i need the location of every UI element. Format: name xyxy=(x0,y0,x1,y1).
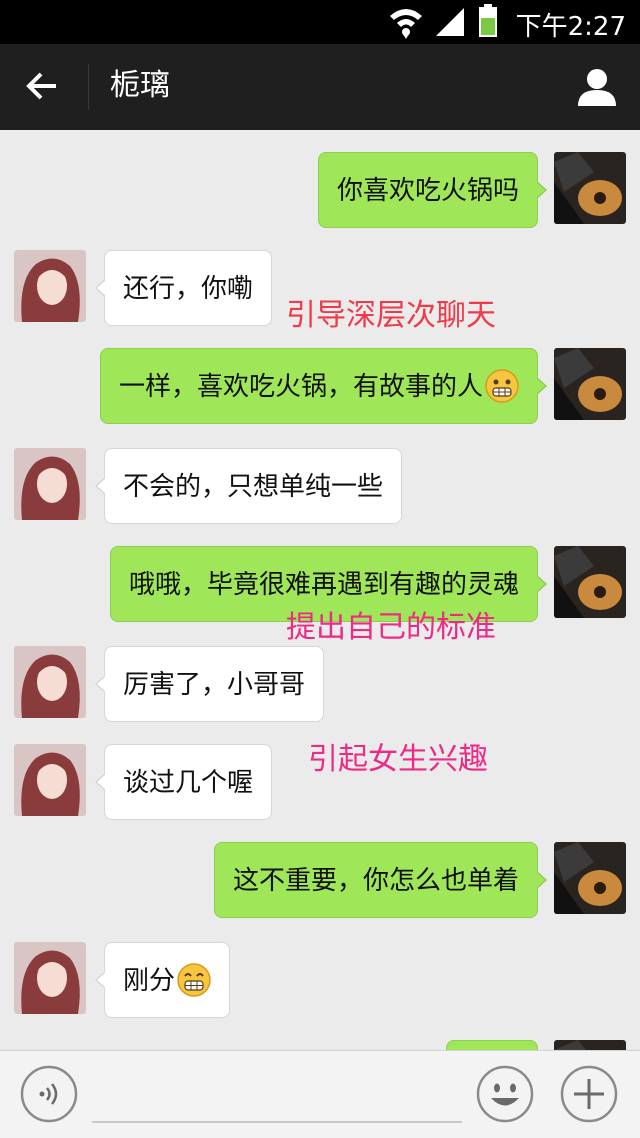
outgoing-message[interactable]: 这不重要，你怎么也单着 xyxy=(213,842,548,918)
battery-icon xyxy=(479,4,497,37)
plus-icon[interactable] xyxy=(560,1065,618,1123)
message-row: 这不重要，你怎么也单着 xyxy=(0,842,640,918)
annotation-text: 引导深层次聊天 xyxy=(286,298,496,333)
contact-avatar[interactable] xyxy=(14,744,86,816)
annotation-text: 引起女生兴趣 xyxy=(308,742,488,777)
outgoing-message[interactable] xyxy=(446,1040,538,1050)
outgoing-message[interactable]: 一样，喜欢吃火锅，有故事的人 xyxy=(99,348,548,424)
outgoing-message[interactable]: 你喜欢吃火锅吗 xyxy=(317,152,548,228)
chat-title: 栀璃 xyxy=(110,68,170,103)
my-avatar[interactable] xyxy=(554,1040,626,1050)
chat-header: 栀璃 xyxy=(0,44,640,130)
message-row: 你喜欢吃火锅吗 xyxy=(0,152,640,228)
grin-emoji xyxy=(177,962,211,997)
incoming-message[interactable]: 刚分 xyxy=(94,942,231,1018)
back-arrow-icon[interactable] xyxy=(22,66,62,106)
contact-avatar[interactable] xyxy=(14,942,86,1014)
contact-avatar[interactable] xyxy=(14,250,86,322)
message-text: 哦哦，毕竟很难再遇到有趣的灵魂 xyxy=(128,570,519,600)
message-text: 谈过几个喔 xyxy=(123,768,254,798)
incoming-message[interactable]: 不会的，只想单纯一些 xyxy=(94,448,403,524)
message-text: 不会的，只想单纯一些 xyxy=(123,472,384,502)
annotation-text: 提出自己的标准 xyxy=(286,610,496,645)
message-row: 一样，喜欢吃火锅，有故事的人 xyxy=(0,348,640,424)
input-bar xyxy=(0,1050,640,1138)
my-avatar[interactable] xyxy=(554,842,626,914)
smiley-icon[interactable] xyxy=(476,1065,534,1123)
message-text: 一样，喜欢吃火锅，有故事的人 xyxy=(118,372,483,402)
my-avatar[interactable] xyxy=(554,546,626,618)
header-divider xyxy=(88,64,89,110)
incoming-message[interactable]: 厉害了，小哥哥 xyxy=(94,646,325,722)
contact-avatar[interactable] xyxy=(14,646,86,718)
wifi-icon xyxy=(390,9,422,39)
message-text: 厉害了，小哥哥 xyxy=(123,670,306,700)
message-row: 刚分 xyxy=(0,942,640,1018)
chat-area[interactable]: 你喜欢吃火锅吗 还行，你嘞 引导深层次聊天 一样，喜欢吃火锅，有故事的人 不会的… xyxy=(0,130,640,1050)
message-row xyxy=(0,1040,640,1050)
message-text: 还行，你嘞 xyxy=(123,274,254,304)
contact-avatar[interactable] xyxy=(14,448,86,520)
my-avatar[interactable] xyxy=(554,348,626,420)
message-row: 厉害了，小哥哥 xyxy=(0,646,640,722)
message-text: 这不重要，你怎么也单着 xyxy=(232,866,519,896)
signal-icon xyxy=(436,8,464,36)
person-icon[interactable] xyxy=(576,66,618,108)
incoming-message[interactable]: 谈过几个喔 xyxy=(94,744,273,820)
message-input[interactable] xyxy=(92,1067,462,1123)
voice-icon[interactable] xyxy=(20,1065,78,1123)
message-text: 刚分 xyxy=(123,966,176,996)
grin-emoji xyxy=(485,368,519,403)
message-row: 不会的，只想单纯一些 xyxy=(0,448,640,524)
status-time: 下午2:27 xyxy=(515,12,626,42)
my-avatar[interactable] xyxy=(554,152,626,224)
incoming-message[interactable]: 还行，你嘞 xyxy=(94,250,273,326)
status-bar: 下午2:27 xyxy=(0,0,640,44)
message-text: 你喜欢吃火锅吗 xyxy=(336,176,519,206)
